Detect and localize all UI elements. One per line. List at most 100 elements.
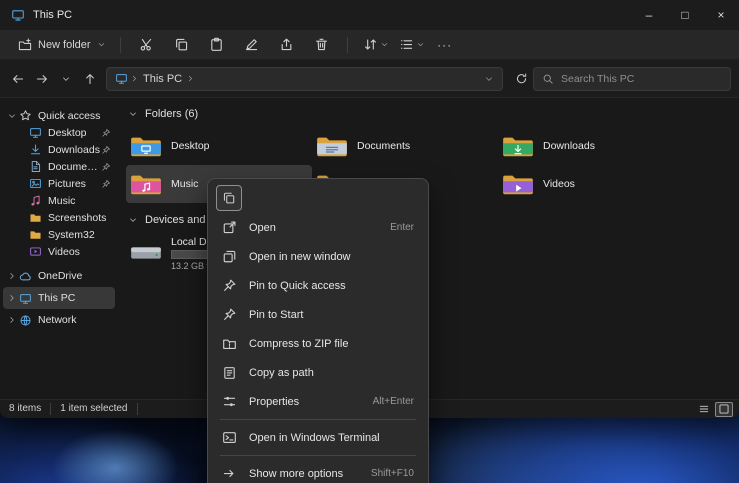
context-menu: Open Enter Open in new window Pin to Qui… (207, 178, 429, 483)
context-menu-item-properties[interactable]: Properties Alt+Enter (212, 387, 424, 416)
window-pc-icon (11, 8, 25, 22)
view-icon (399, 37, 414, 52)
folder-icon (29, 211, 42, 224)
properties-icon (222, 394, 237, 409)
folders-section-header[interactable]: Folders (6) (128, 105, 739, 123)
context-menu-item-copy-as-path[interactable]: Copy as path (212, 358, 424, 387)
sidebar-item-documents[interactable]: Documents (3, 158, 115, 175)
sidebar-item-label: Music (48, 195, 75, 207)
large-thumbnails-view-button[interactable] (715, 402, 733, 417)
context-menu-item-compress-to-zip[interactable]: Compress to ZIP file (212, 329, 424, 358)
forward-arrow-icon (35, 72, 49, 86)
selection-count: 1 item selected (51, 403, 137, 415)
search-input[interactable] (561, 73, 722, 85)
context-menu-item-open-in-windows-terminal[interactable]: Open in Windows Terminal (212, 423, 424, 452)
sort-button[interactable] (358, 33, 394, 57)
paste-icon (209, 37, 224, 52)
folder-tile-videos[interactable]: Videos (498, 165, 684, 203)
pictures-icon (29, 177, 42, 190)
sidebar-item-music[interactable]: Music (3, 192, 115, 209)
forward-button[interactable] (30, 67, 54, 91)
context-menu-item-pin-to-quick-access[interactable]: Pin to Quick access (212, 271, 424, 300)
chevron-down-icon[interactable] (7, 111, 17, 121)
view-button[interactable] (394, 33, 430, 57)
sidebar-item-label: System32 (48, 229, 95, 241)
copy-button[interactable] (166, 33, 197, 57)
refresh-button[interactable] (509, 67, 533, 91)
thumb-view-icon (718, 403, 730, 415)
copy-icon (222, 191, 236, 205)
context-menu-item-open[interactable]: Open Enter (212, 213, 424, 242)
search-box[interactable] (533, 67, 731, 91)
sidebar-item-label: Downloads (48, 144, 100, 156)
breadcrumb-this-pc[interactable]: This PC (143, 73, 182, 85)
paste-button[interactable] (201, 33, 232, 57)
chevron-down-icon[interactable] (128, 109, 138, 119)
cut-button[interactable] (131, 33, 162, 57)
see-more-button[interactable]: ··· (430, 33, 460, 57)
sidebar-item-pictures[interactable]: Pictures (3, 175, 115, 192)
up-arrow-icon (83, 72, 97, 86)
menu-item-label: Show more options (249, 468, 363, 480)
menu-item-label: Properties (249, 396, 365, 408)
menu-item-label: Open in new window (249, 251, 406, 263)
sidebar-item-label: Network (38, 314, 77, 326)
title-bar[interactable]: This PC – □ × (0, 0, 739, 30)
folder-tile-downloads[interactable]: Downloads (498, 127, 684, 165)
desktop-wallpaper: This PC – □ × New folder (0, 0, 739, 483)
sidebar-item-network[interactable]: Network (3, 309, 115, 331)
rename-icon (244, 37, 259, 52)
navigation-pane: Quick access Desktop Downloads Documents (0, 99, 118, 399)
context-menu-item-pin-to-start[interactable]: Pin to Start (212, 300, 424, 329)
sidebar-item-desktop[interactable]: Desktop (3, 124, 115, 141)
sidebar-item-system32[interactable]: System32 (3, 226, 115, 243)
minimize-button[interactable]: – (631, 0, 667, 30)
up-button[interactable] (78, 67, 102, 91)
cut-icon (139, 37, 154, 52)
chevron-right-icon[interactable] (7, 271, 17, 281)
maximize-button[interactable]: □ (667, 0, 703, 30)
chevron-right-icon (186, 74, 195, 83)
address-bar[interactable]: This PC (106, 67, 503, 91)
sidebar-item-onedrive[interactable]: OneDrive (3, 265, 115, 287)
delete-icon (314, 37, 329, 52)
menu-item-label: Copy as path (249, 367, 406, 379)
new-folder-button[interactable]: New folder (14, 33, 110, 57)
terminal-icon (222, 430, 237, 445)
desktop-folder-icon (130, 133, 162, 159)
share-button[interactable] (271, 33, 302, 57)
details-view-button[interactable] (695, 402, 713, 417)
context-menu-item-open-in-new-window[interactable]: Open in new window (212, 242, 424, 271)
chevron-right-icon[interactable] (7, 293, 17, 303)
folder-tile-documents[interactable]: Documents (312, 127, 498, 165)
menu-item-shortcut: Shift+F10 (371, 468, 414, 479)
pc-icon (115, 72, 128, 85)
close-button[interactable]: × (703, 0, 739, 30)
sidebar-item-screenshots[interactable]: Screenshots (3, 209, 115, 226)
new-folder-icon (18, 38, 32, 52)
pin-icon (101, 145, 111, 155)
downloads-folder-icon (502, 133, 534, 159)
menu-item-label: Open (249, 222, 382, 234)
delete-button[interactable] (306, 33, 337, 57)
chevron-down-icon (61, 74, 71, 84)
quick-copy-button[interactable] (216, 185, 242, 211)
chevron-down-icon[interactable] (128, 215, 138, 225)
new-folder-label: New folder (38, 39, 91, 51)
chevron-right-icon[interactable] (7, 315, 17, 325)
rename-button[interactable] (236, 33, 267, 57)
context-menu-item-show-more-options[interactable]: Show more options Shift+F10 (212, 459, 424, 483)
sidebar-item-quick-access[interactable]: Quick access (3, 107, 115, 124)
navigation-bar: This PC (0, 60, 739, 98)
monitor-icon (29, 126, 42, 139)
address-dropdown-icon[interactable] (484, 74, 494, 84)
folder-icon (29, 228, 42, 241)
share-icon (279, 37, 294, 52)
sidebar-item-downloads[interactable]: Downloads (3, 141, 115, 158)
folder-tile-desktop[interactable]: Desktop (126, 127, 312, 165)
recent-locations-button[interactable] (54, 67, 78, 91)
sidebar-item-this-pc[interactable]: This PC (3, 287, 115, 309)
back-button[interactable] (6, 67, 30, 91)
sidebar-item-videos[interactable]: Videos (3, 243, 115, 260)
open-new-window-icon (222, 249, 237, 264)
